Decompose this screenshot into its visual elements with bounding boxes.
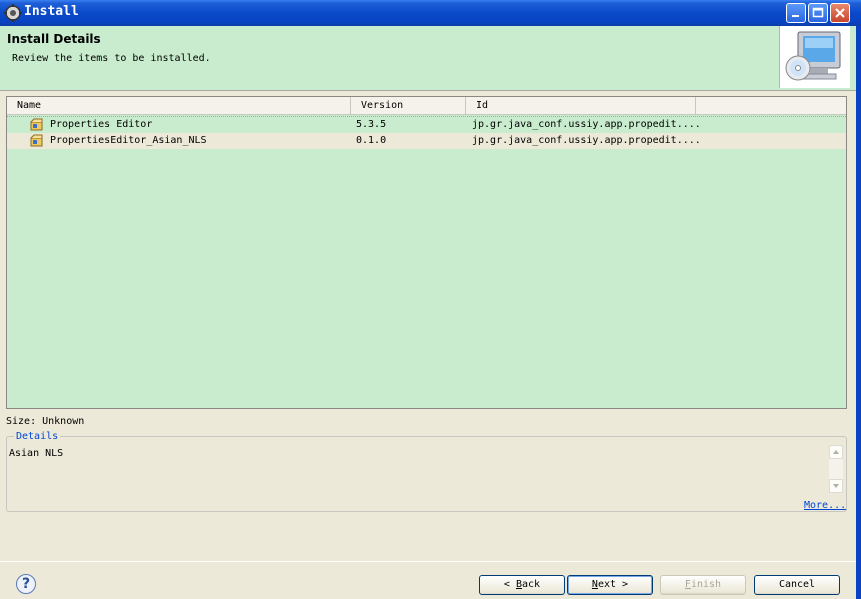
next-label: ext — [597, 579, 617, 590]
close-button[interactable] — [830, 3, 850, 23]
help-button[interactable]: ? — [16, 574, 36, 594]
cancel-button[interactable]: Cancel — [754, 575, 840, 595]
scroll-up-button[interactable] — [829, 445, 843, 459]
row-version: 5.3.5 — [356, 119, 387, 130]
chevron-down-icon — [833, 484, 839, 488]
cancel-label: Cancel — [778, 579, 816, 590]
minimize-icon — [792, 15, 799, 17]
row-name: Properties Editor — [50, 119, 153, 130]
details-group: Details Asian NLS More... — [6, 431, 847, 512]
details-legend: Details — [14, 431, 61, 442]
feature-package-icon — [30, 118, 43, 131]
window-title: Install — [24, 4, 79, 19]
size-label: Size: Unknown — [6, 416, 85, 427]
minimize-button[interactable] — [786, 3, 806, 23]
column-header-version[interactable]: Version — [351, 97, 466, 114]
maximize-button[interactable] — [808, 3, 828, 23]
row-id: jp.gr.java_conf.ussiy.app.propedit.... — [472, 119, 701, 130]
details-scrollbar[interactable] — [829, 445, 843, 493]
install-cd-icon — [785, 31, 841, 81]
window-border — [856, 26, 861, 599]
maximize-icon — [812, 7, 824, 18]
footer-separator — [0, 561, 861, 562]
table-header: Name Version Id — [7, 97, 846, 115]
row-version: 0.1.0 — [356, 135, 387, 146]
back-label: ack — [522, 579, 541, 590]
close-icon — [835, 8, 845, 18]
column-header-id[interactable]: Id — [466, 97, 696, 114]
help-icon: ? — [21, 576, 31, 592]
more-link[interactable]: More... — [804, 500, 846, 511]
page-title: Install Details — [7, 32, 101, 46]
row-name: PropertiesEditor_Asian_NLS — [50, 135, 207, 146]
feature-package-icon — [30, 134, 43, 147]
chevron-up-icon — [833, 450, 839, 454]
gear-icon — [4, 4, 22, 22]
finish-label: inish — [690, 579, 722, 590]
install-items-table[interactable]: Name Version Id Properties Editor 5.3.5 … — [6, 96, 847, 409]
back-arrow: < — [503, 579, 516, 590]
scroll-down-button[interactable] — [829, 479, 843, 493]
wizard-banner — [779, 26, 850, 88]
finish-button[interactable]: Finish — [660, 575, 746, 595]
table-row[interactable]: Properties Editor 5.3.5 jp.gr.java_conf.… — [7, 116, 846, 134]
wizard-header: Install Details Review the items to be i… — [0, 26, 861, 91]
row-id: jp.gr.java_conf.ussiy.app.propedit.... — [472, 135, 701, 146]
next-button[interactable]: Next > — [567, 575, 653, 595]
title-bar: Install — [0, 0, 861, 26]
page-subtitle: Review the items to be installed. — [12, 53, 211, 64]
table-row[interactable]: PropertiesEditor_Asian_NLS 0.1.0 jp.gr.j… — [7, 133, 846, 149]
back-button[interactable]: < Back — [479, 575, 565, 595]
next-arrow: > — [616, 579, 629, 590]
details-text: Asian NLS — [9, 448, 64, 459]
column-header-name[interactable]: Name — [7, 97, 351, 114]
